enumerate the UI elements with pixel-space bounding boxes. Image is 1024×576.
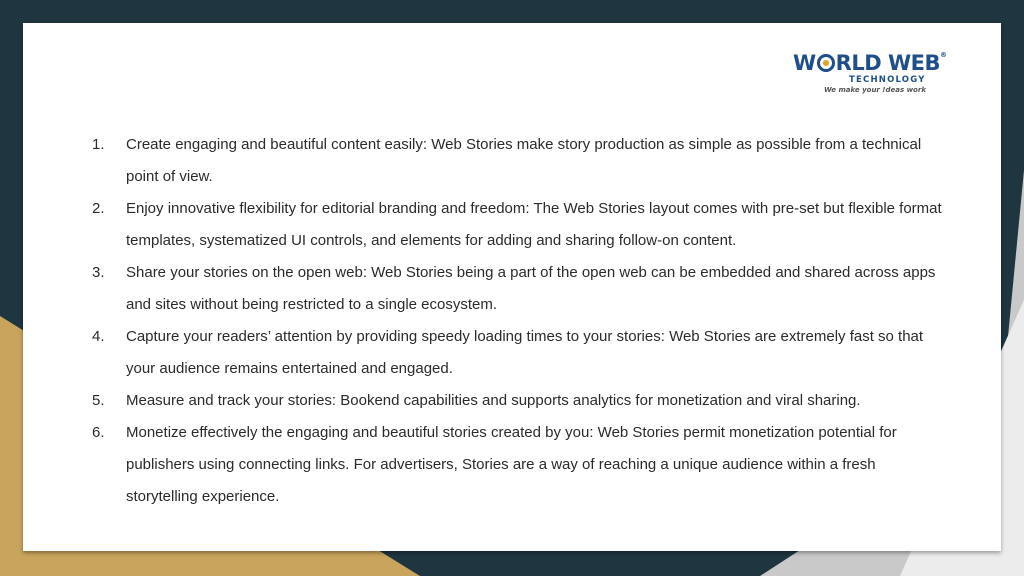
logo-tagline: We make your !deas work [824,86,926,94]
list-item: 4. Capture your readers’ attention by pr… [23,321,1001,385]
list-item-number: 3. [92,264,105,281]
list-item: 5. Measure and track your stories: Booke… [23,385,1001,417]
logo-letter-w: W [793,51,816,75]
globe-icon [816,54,835,72]
benefits-list: 1. Create engaging and beautiful content… [23,129,1001,513]
logo-subtitle: TECHNOLOGY [849,75,926,85]
list-item-text: Enjoy innovative flexibility for editori… [126,200,942,249]
list-item-text: Create engaging and beautiful content ea… [126,136,922,185]
list-item-text: Capture your readers’ attention by provi… [126,328,924,377]
logo-wordmark: W RLD WEB® [793,51,947,75]
world-web-technology-logo: W RLD WEB® TECHNOLOGY We make your !deas … [793,47,947,97]
list-item: 3. Share your stories on the open web: W… [23,257,1001,321]
slide-card: W RLD WEB® TECHNOLOGY We make your !deas … [23,23,1001,551]
list-item-number: 2. [92,200,105,217]
logo-text-rest: RLD WEB [835,51,941,75]
list-item-text: Monetize effectively the engaging and be… [126,424,897,505]
list-item: 2. Enjoy innovative flexibility for edit… [23,193,1001,257]
list-item-number: 6. [92,424,105,441]
list-item-text: Measure and track your stories: Bookend … [126,392,861,409]
list-item-number: 5. [92,392,105,409]
list-item-text: Share your stories on the open web: Web … [126,264,936,313]
list-item-number: 1. [92,136,105,153]
list-item-number: 4. [92,328,105,345]
list-item: 6. Monetize effectively the engaging and… [23,417,1001,513]
trademark-symbol: ® [939,51,947,59]
list-item: 1. Create engaging and beautiful content… [23,129,1001,193]
